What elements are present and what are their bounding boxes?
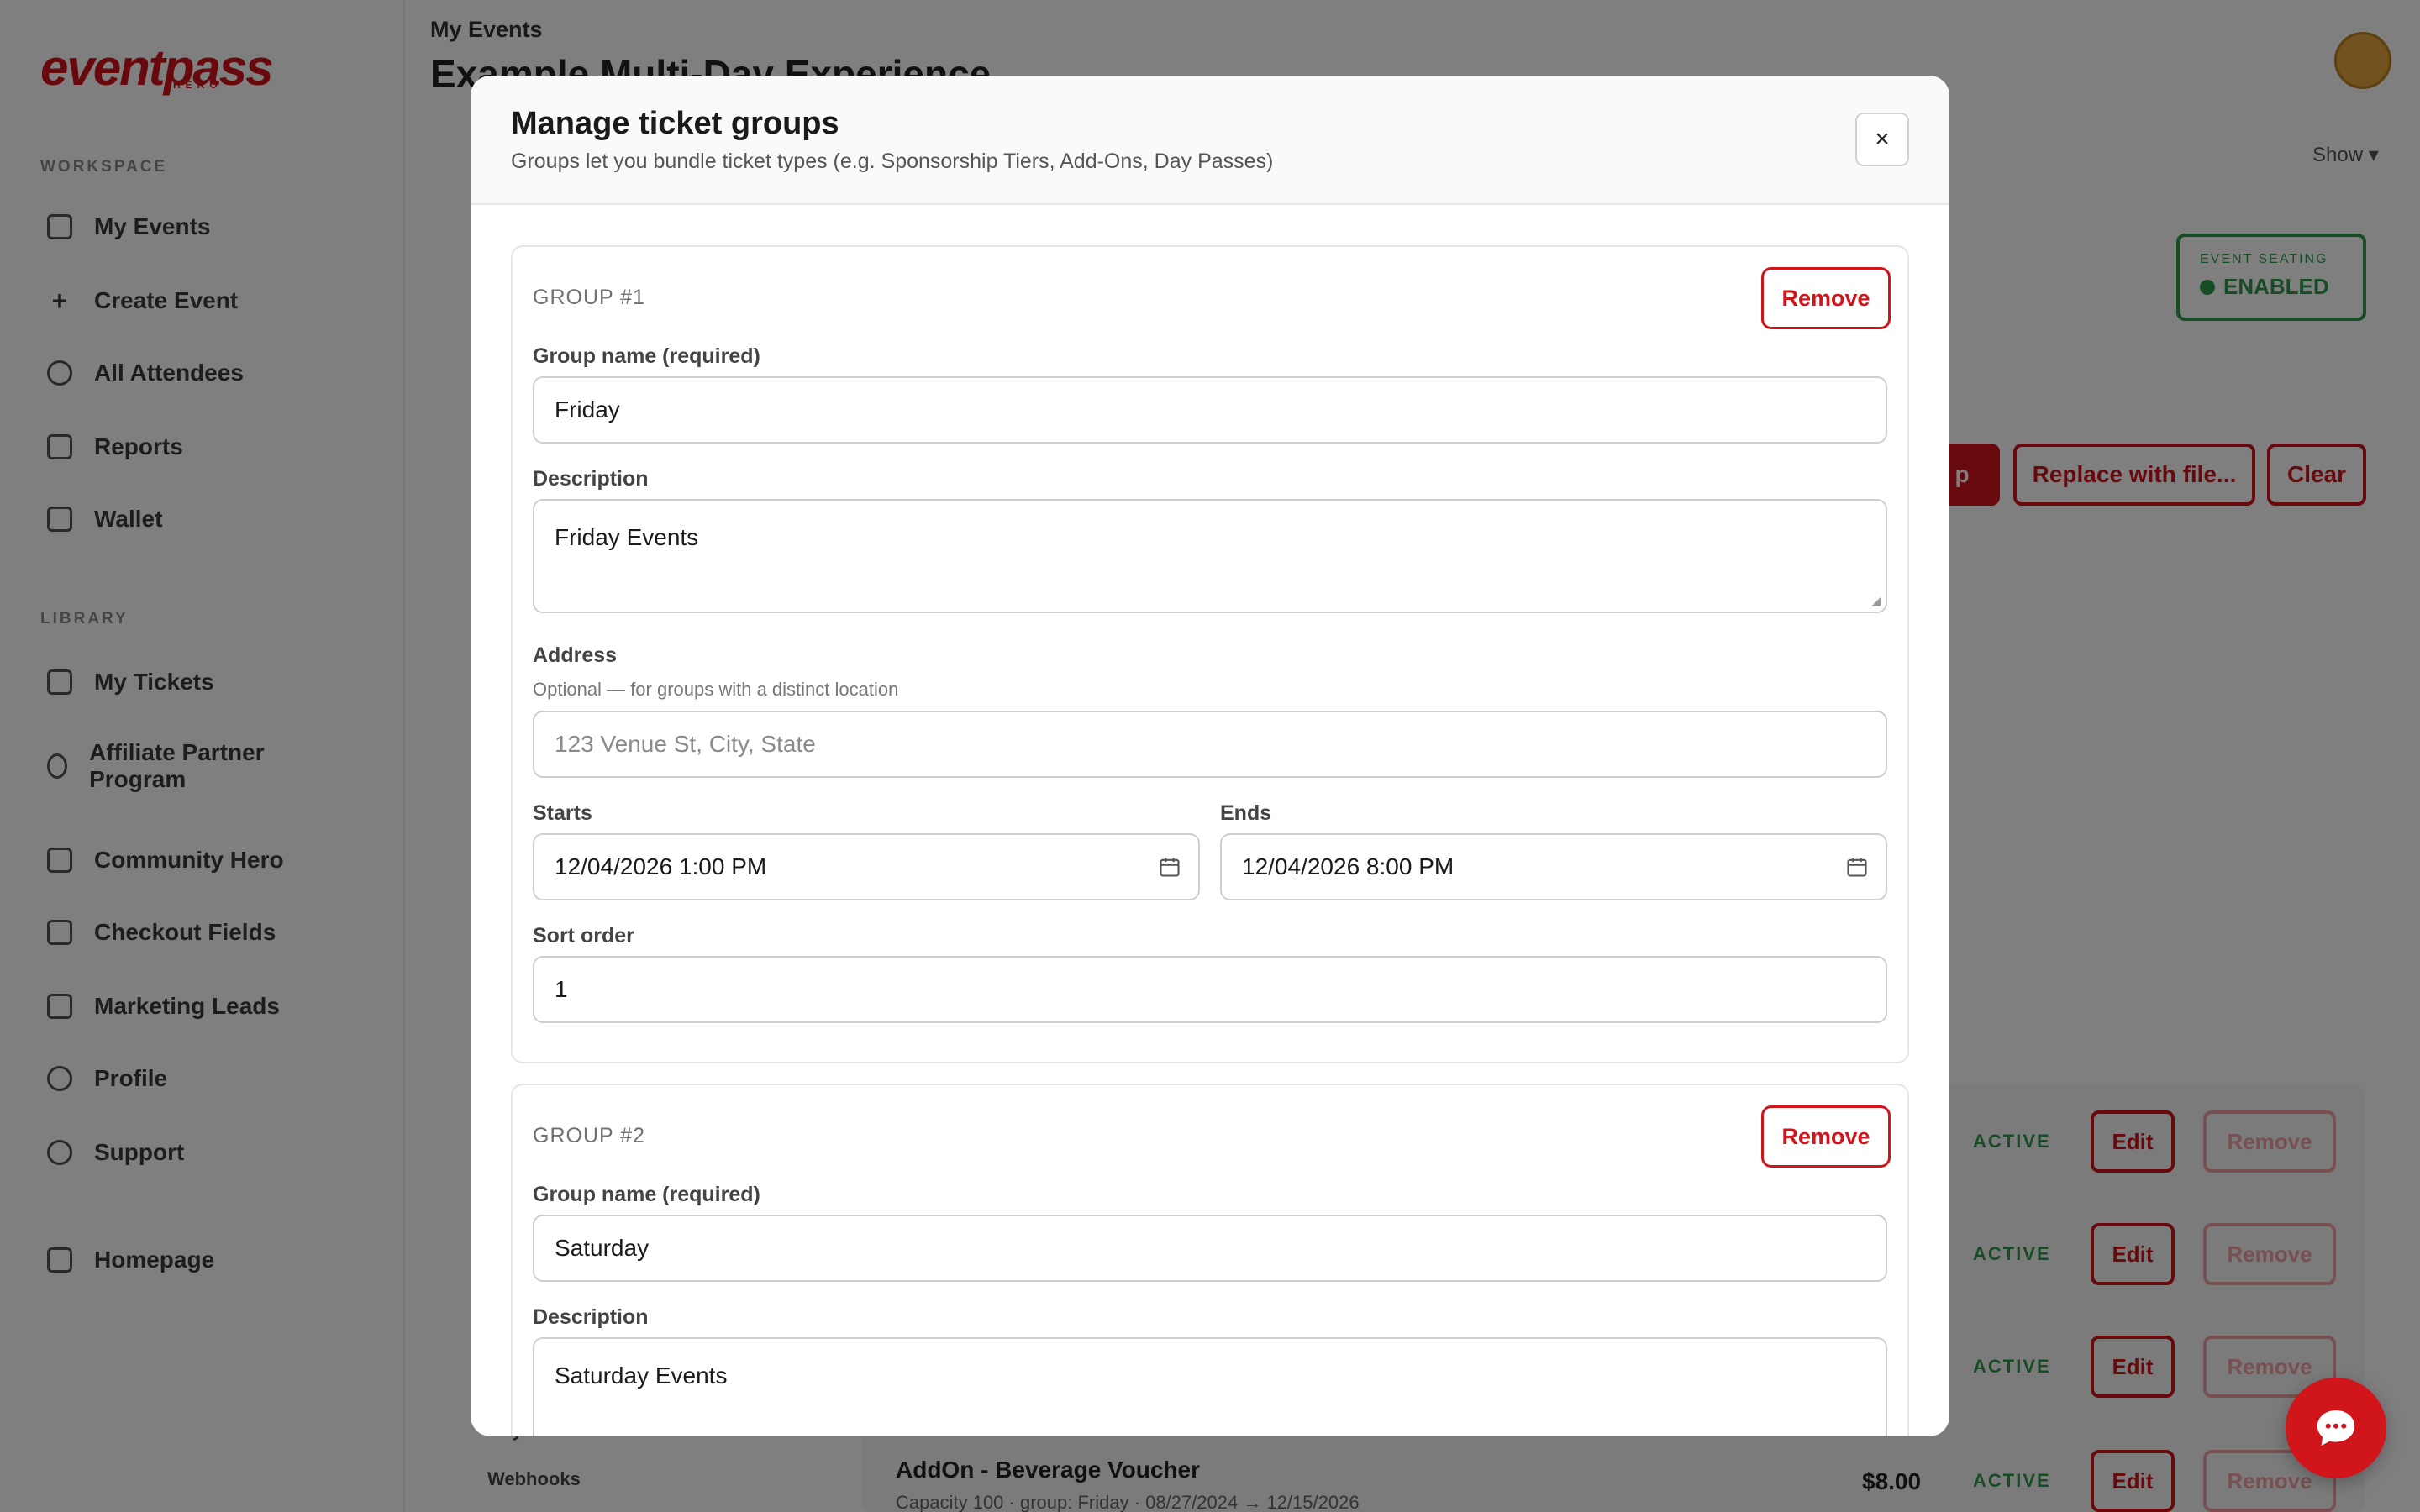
chat-button[interactable] [2286, 1378, 2386, 1478]
address-input[interactable]: 123 Venue St, City, State [533, 711, 1887, 778]
chat-bubble-icon [2317, 1410, 2355, 1446]
modal-title: Manage ticket groups [511, 106, 839, 141]
modal-subtitle: Groups let you bundle ticket types (e.g.… [511, 150, 1274, 173]
starts-label: Starts [533, 801, 592, 825]
manage-ticket-groups-modal: Manage ticket groups Groups let you bund… [471, 76, 1949, 1436]
address-hint: Optional — for groups with a distinct lo… [533, 679, 899, 700]
calendar-icon[interactable] [1845, 855, 1869, 879]
close-icon: × [1875, 125, 1890, 153]
group-card-2: GROUP #2 Remove Group name (required) Sa… [511, 1084, 1909, 1436]
calendar-icon[interactable] [1158, 855, 1181, 879]
starts-datetime-input[interactable]: 12/04/2026 1:00 PM [533, 833, 1200, 900]
remove-group-button[interactable]: Remove [1761, 267, 1891, 329]
sort-order-input[interactable]: 1 [533, 956, 1887, 1023]
description-textarea[interactable]: Friday Events ◢ [533, 499, 1887, 613]
group-label: GROUP #2 [533, 1124, 645, 1147]
remove-group-button[interactable]: Remove [1761, 1105, 1891, 1168]
group-name-input[interactable]: Saturday [533, 1215, 1887, 1282]
modal-body[interactable]: GROUP #1 Remove Group name (required) Fr… [471, 205, 1949, 1436]
group-name-label: Group name (required) [533, 1183, 760, 1206]
ends-datetime-input[interactable]: 12/04/2026 8:00 PM [1220, 833, 1887, 900]
group-label: GROUP #1 [533, 286, 645, 309]
close-button[interactable]: × [1855, 113, 1909, 166]
modal-header: Manage ticket groups Groups let you bund… [471, 76, 1949, 205]
description-label: Description [533, 467, 649, 491]
group-name-label: Group name (required) [533, 344, 760, 368]
ends-label: Ends [1220, 801, 1272, 825]
group-card-1: GROUP #1 Remove Group name (required) Fr… [511, 245, 1909, 1063]
sort-order-label: Sort order [533, 924, 634, 948]
description-label: Description [533, 1305, 649, 1329]
description-textarea[interactable]: Saturday Events [533, 1337, 1887, 1436]
address-label: Address [533, 643, 618, 667]
group-name-input[interactable]: Friday [533, 376, 1887, 444]
resize-handle-icon[interactable]: ◢ [1871, 594, 1881, 608]
